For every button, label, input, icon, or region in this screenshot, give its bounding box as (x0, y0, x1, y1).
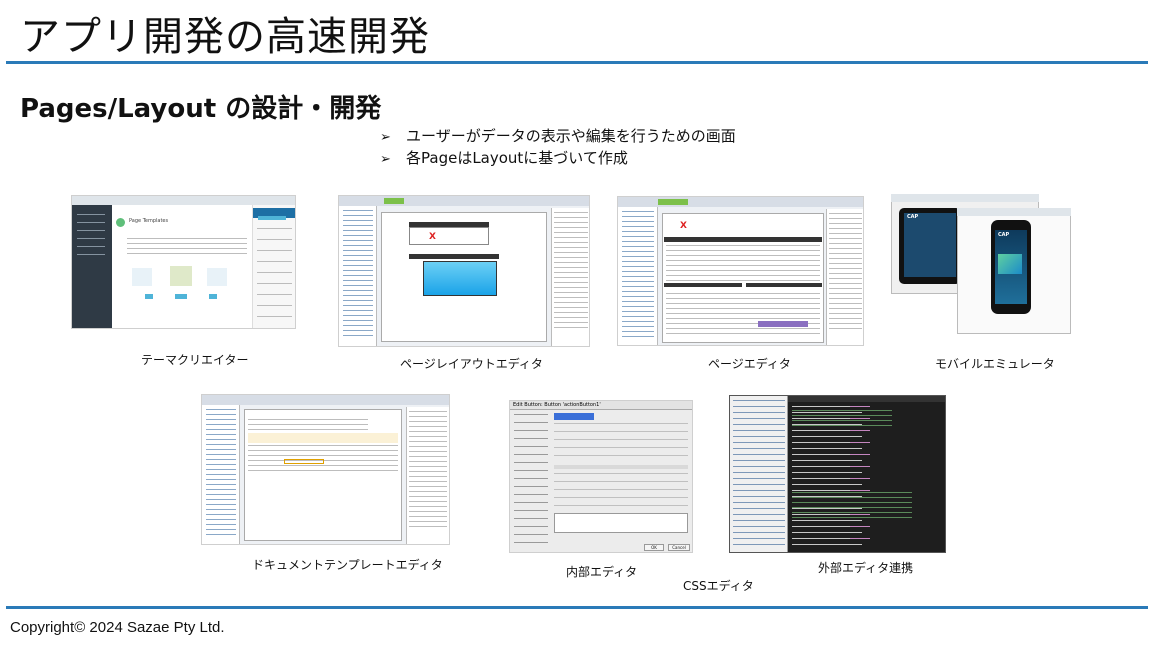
red-x-mark: X (680, 221, 687, 231)
bullet-list: ➢ ユーザーがデータの表示や編集を行うための画面 ➢ 各PageはLayoutに基づ… (380, 126, 736, 170)
bullet-item: ➢ ユーザーがデータの表示や編集を行うための画面 (380, 126, 736, 148)
page-editor-screenshot: X (617, 196, 864, 346)
arrow-right-icon: ➢ (380, 152, 391, 167)
document-template-editor-screenshot (201, 394, 450, 545)
caption: ページレイアウトエディタ (400, 357, 543, 371)
cancel-button[interactable]: Cancel (668, 544, 690, 551)
internal-editor-screenshot: Edit Button: Button 'actionButton1' OK C… (509, 400, 693, 553)
slide-title: アプリ開発の高速開発 (20, 14, 430, 60)
page-templates-heading: Page Templates (129, 218, 169, 224)
mobile-emulator-screenshot: CAP CAP (891, 194, 1071, 334)
caption: ドキュメントテンプレートエディタ (252, 558, 443, 572)
title-divider (6, 61, 1148, 64)
css-editor-screenshot (729, 395, 946, 553)
arrow-right-icon: ➢ (380, 130, 391, 145)
ok-button[interactable]: OK (644, 544, 664, 551)
caption: CSSエディタ (683, 579, 754, 593)
caption: ページエディタ (708, 357, 791, 371)
footer-divider (6, 606, 1148, 609)
page-layout-editor-screenshot: X (338, 195, 590, 347)
theme-creator-screenshot: Page Templates (71, 195, 296, 329)
red-x-mark: X (429, 232, 436, 242)
dialog-title: Edit Button: Button 'actionButton1' (513, 402, 601, 408)
brand-logo: CAP (907, 214, 919, 220)
caption: 内部エディタ (566, 565, 638, 579)
bullet-item: ➢ 各PageはLayoutに基づいて作成 (380, 148, 736, 170)
copyright-text: Copyright© 2024 Sazae Pty Ltd. (10, 619, 225, 636)
caption: モバイルエミュレータ (935, 357, 1055, 371)
caption: テーマクリエイター (141, 353, 249, 367)
section-subtitle: Pages/Layout の設計・開発 (20, 94, 382, 124)
caption: 外部エディタ連携 (818, 561, 914, 575)
